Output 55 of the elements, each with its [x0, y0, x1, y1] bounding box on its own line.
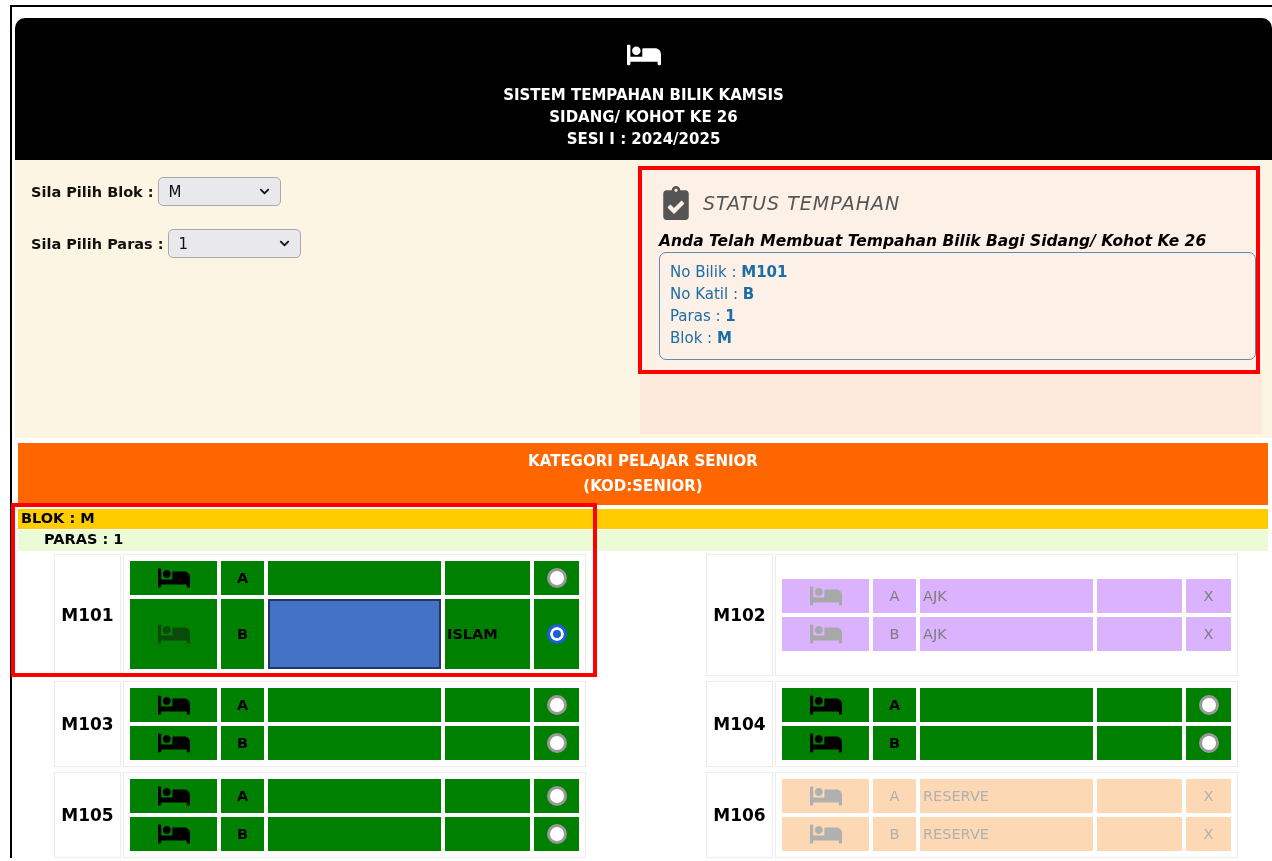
bed-radio[interactable] — [1198, 695, 1219, 715]
bed-radio[interactable] — [546, 568, 567, 588]
bed-letter: A — [221, 688, 264, 722]
bed-radio[interactable] — [546, 695, 567, 715]
unavailable-mark: X — [1203, 826, 1214, 842]
bed-letter: A — [873, 688, 916, 722]
bed-letter: A — [873, 579, 916, 613]
detail-line: No Katil : B — [670, 284, 756, 305]
detail-line: Paras : 1 — [670, 306, 737, 327]
category-title: (KOD:SENIOR) — [583, 476, 703, 497]
bed-letter: A — [221, 779, 264, 813]
unavailable-mark: X — [1203, 788, 1214, 804]
header-title: SESI I : 2024/2025 — [566, 129, 721, 150]
chevron-down-icon — [278, 238, 290, 249]
room-name: M101 — [54, 554, 121, 676]
status-message: Anda Telah Membuat Tempahan Bilik Bagi Sidang/ Kohot Ke 26 — [659, 232, 1208, 250]
room-name: M106 — [706, 772, 773, 858]
unavailable-mark: X — [1203, 626, 1214, 642]
level-select[interactable]: 1 — [167, 229, 301, 258]
bed-radio[interactable] — [546, 624, 567, 644]
room-name: M103 — [54, 681, 121, 767]
bed-letter: B — [221, 726, 264, 760]
status-title: STATUS TEMPAHAN — [703, 192, 901, 214]
religion-cell: ISLAM — [445, 599, 530, 669]
room-name: M105 — [54, 772, 121, 858]
block-select[interactable]: M — [157, 177, 281, 206]
occupant-cell: RESERVE — [920, 817, 1093, 851]
bed-letter: A — [873, 779, 916, 813]
level-bar: PARAS : 1 — [18, 530, 1268, 551]
bed-radio[interactable] — [546, 824, 567, 844]
bed-radio[interactable] — [1198, 733, 1219, 753]
occupant-cell: RESERVE — [920, 779, 1093, 813]
detail-line: Blok : M — [670, 328, 733, 349]
detail-line: No Bilik : M101 — [670, 262, 789, 283]
bed-letter: A — [221, 561, 264, 595]
room-name: M102 — [706, 554, 773, 676]
occupant-cell: AJK — [920, 617, 1093, 651]
header-title: SISTEM TEMPAHAN BILIK KAMSIS — [503, 85, 784, 106]
category-title: KATEGORI PELAJAR SENIOR — [528, 451, 758, 472]
room-name: M104 — [706, 681, 773, 767]
bed-letter: B — [221, 599, 264, 669]
header-title: SIDANG/ KOHOT KE 26 — [549, 107, 738, 128]
unavailable-mark: X — [1203, 588, 1214, 604]
bed-letter: B — [873, 817, 916, 851]
block-bar: BLOK : M — [18, 509, 1268, 529]
filter-label: Sila Pilih Blok : — [31, 183, 154, 200]
bed-letter: B — [221, 817, 264, 851]
bed-radio[interactable] — [546, 786, 567, 806]
occupant-cell: AJK — [920, 579, 1093, 613]
chevron-down-icon — [258, 186, 270, 197]
bed-radio[interactable] — [546, 733, 567, 753]
filter-label: Sila Pilih Paras : — [31, 235, 164, 252]
bed-letter: B — [873, 726, 916, 760]
bed-letter: B — [873, 617, 916, 651]
name-field[interactable] — [268, 599, 441, 669]
